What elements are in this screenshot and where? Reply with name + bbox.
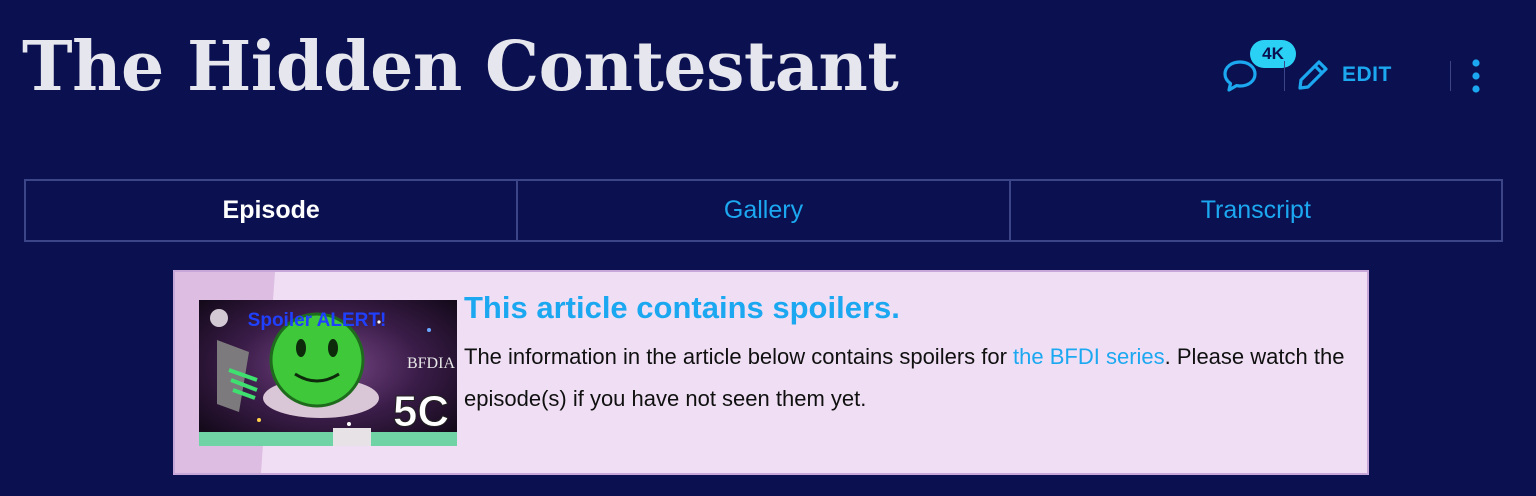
speech-bubble-icon <box>1223 60 1257 92</box>
action-divider <box>1284 61 1285 91</box>
spoiler-image-episode: 5C <box>393 387 449 436</box>
bfdi-series-link[interactable]: the BFDI series <box>1013 344 1165 369</box>
tab-episode[interactable]: Episode <box>26 181 516 240</box>
page-actions: 4K EDIT <box>1176 40 1536 110</box>
spoiler-notice: Spoiler ALERT! BFDIA 5C This article con… <box>173 270 1369 475</box>
spoiler-heading: This article contains spoilers. <box>464 290 900 325</box>
tab-gallery[interactable]: Gallery <box>516 181 1008 240</box>
tab-transcript[interactable]: Transcript <box>1008 181 1501 240</box>
spoiler-alert-image: Spoiler ALERT! BFDIA 5C <box>199 300 457 446</box>
spoiler-body: The information in the article below con… <box>464 336 1364 420</box>
spoiler-body-text: The information in the article below con… <box>464 344 1014 369</box>
edit-label: EDIT <box>1342 63 1392 86</box>
vertical-ellipsis-icon <box>1472 59 1480 93</box>
more-options-button[interactable] <box>1470 58 1482 94</box>
page-title: The Hidden Contestant <box>22 27 899 107</box>
comments-button[interactable]: 4K <box>1214 40 1296 110</box>
action-divider <box>1450 61 1451 91</box>
tab-bar: Episode Gallery Transcript <box>24 179 1503 242</box>
spoiler-image-caption: Spoiler ALERT! <box>248 310 387 331</box>
spoiler-image-series: BFDIA <box>407 355 455 372</box>
pencil-icon <box>1298 60 1328 90</box>
comment-count-badge: 4K <box>1250 40 1296 68</box>
edit-button[interactable]: EDIT <box>1296 57 1392 93</box>
